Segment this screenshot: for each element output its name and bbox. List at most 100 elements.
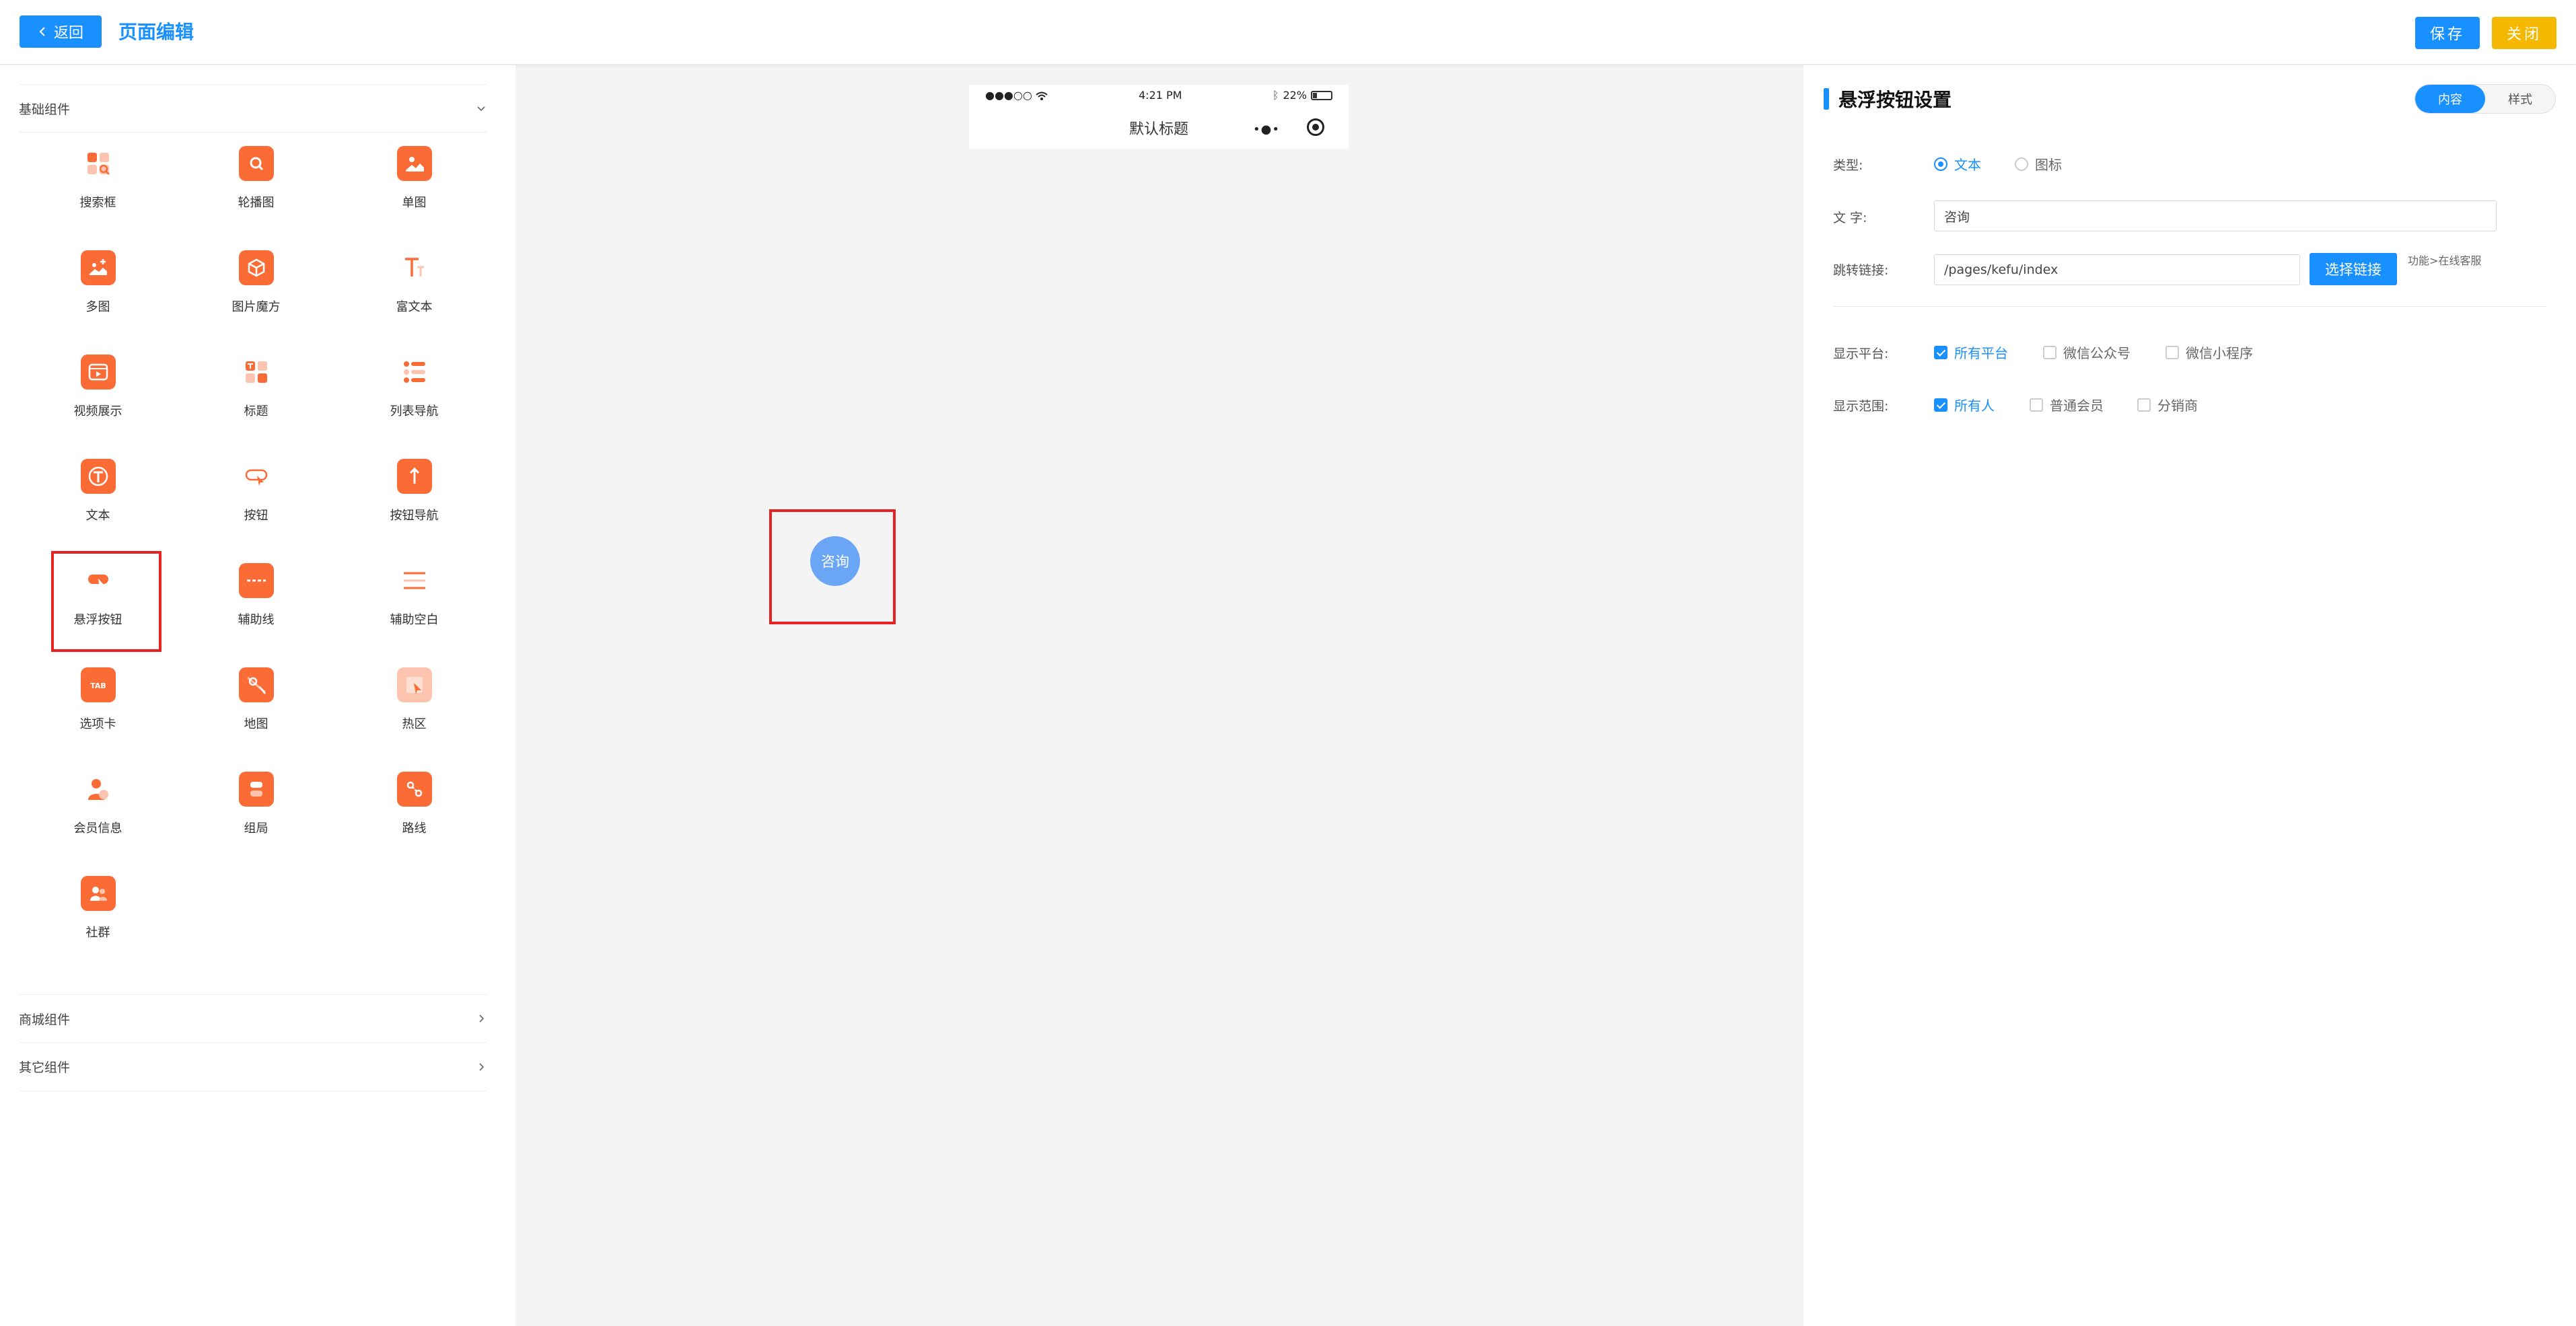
link-input[interactable]: /pages/kefu/index [1934, 254, 2300, 285]
component-text[interactable]: 文本 [19, 451, 177, 555]
capsule-close-icon[interactable] [1307, 118, 1324, 136]
scope-distributor-option[interactable]: 分销商 [2137, 395, 2198, 414]
back-button[interactable]: 返回 [20, 15, 102, 48]
more-dots-icon[interactable]: •●• [1253, 122, 1280, 137]
blank-space-icon [397, 563, 432, 598]
component-title[interactable]: 标题 [177, 346, 335, 451]
button-icon [239, 459, 274, 494]
component-group[interactable]: 组局 [177, 764, 335, 868]
component-carousel[interactable]: 轮播图 [177, 138, 335, 242]
component-hotspot[interactable]: 热区 [335, 659, 493, 764]
settings-title: 悬浮按钮设置 [1838, 89, 1952, 111]
close-button[interactable]: 关闭 [2492, 17, 2556, 49]
component-label: 热区 [402, 717, 427, 731]
checkbox-unchecked[interactable] [2137, 398, 2151, 412]
bluetooth-icon: ᛒ [1272, 89, 1279, 102]
group-icon [238, 772, 274, 807]
group-basic-label: 基础组件 [19, 102, 71, 117]
component-button[interactable]: 按钮 [177, 451, 335, 555]
scope-all-option[interactable]: 所有人 [1934, 395, 1995, 414]
component-guide-line[interactable]: 辅助线 [177, 555, 335, 659]
component-map[interactable]: 地图 [177, 659, 335, 764]
group-basic-header[interactable]: 基础组件 [19, 84, 487, 133]
type-icon-option[interactable]: 图标 [2015, 154, 2062, 174]
member-icon [81, 772, 116, 807]
single-image-icon [396, 146, 432, 181]
text-label: 文 字: [1833, 211, 1867, 225]
top-header: 返回 页面编辑 保存 关闭 [0, 0, 2576, 65]
component-label: 辅助线 [238, 613, 275, 627]
section-divider [1833, 306, 2546, 307]
rich-text-icon [397, 250, 432, 285]
checkbox-unchecked[interactable] [2166, 345, 2179, 359]
component-single-image[interactable]: 单图 [335, 138, 493, 242]
list-nav-icon [397, 355, 432, 390]
checkbox-checked[interactable] [1934, 398, 1947, 412]
tab-content[interactable]: 内容 [2415, 85, 2485, 113]
component-route[interactable]: 路线 [335, 764, 493, 868]
component-label: 组局 [244, 821, 269, 836]
tab-icon: TAB [80, 667, 116, 702]
image-cube-icon [238, 250, 274, 285]
component-label: 悬浮按钮 [73, 613, 122, 627]
button-nav-icon [396, 459, 432, 494]
component-panel: 基础组件 搜索框 轮播图 单图 多图 图片魔方 富文本 视频展示 标题 列表导航… [0, 65, 515, 1326]
battery-status: ᛒ 22% [1273, 89, 1332, 102]
float-button-icon [81, 563, 116, 598]
title-accent-bar [1824, 88, 1829, 110]
component-blank-space[interactable]: 辅助空白 [335, 555, 493, 659]
component-rich-text[interactable]: 富文本 [335, 242, 493, 346]
component-multi-image[interactable]: 多图 [19, 242, 177, 346]
guide-line-icon [238, 563, 274, 598]
platform-wechat-mp-option[interactable]: 微信公众号 [2043, 342, 2131, 362]
component-tab[interactable]: TAB 选项卡 [19, 659, 177, 764]
component-image-cube[interactable]: 图片魔方 [177, 242, 335, 346]
component-community[interactable]: 社群 [19, 868, 177, 972]
component-button-nav[interactable]: 按钮导航 [335, 451, 493, 555]
component-video[interactable]: 视频展示 [19, 346, 177, 451]
type-text-label: 文本 [1954, 157, 1981, 173]
platform-wechat-mini-option[interactable]: 微信小程序 [2166, 342, 2253, 362]
multi-image-icon [80, 250, 116, 285]
platform-all-option[interactable]: 所有平台 [1934, 342, 2008, 362]
component-label: 路线 [402, 821, 427, 836]
radio-checked[interactable] [1934, 157, 1947, 171]
battery-percent: 22% [1283, 89, 1307, 102]
float-button-preview[interactable]: 咨询 [810, 536, 860, 586]
component-list-nav[interactable]: 列表导航 [335, 346, 493, 451]
basic-component-grid: 搜索框 轮播图 单图 多图 图片魔方 富文本 视频展示 标题 列表导航 文本 按… [19, 138, 493, 972]
save-button[interactable]: 保存 [2415, 17, 2480, 49]
radio-unchecked[interactable] [2015, 157, 2028, 171]
group-shop-header[interactable]: 商城组件 [19, 994, 487, 1043]
checkbox-unchecked[interactable] [2043, 345, 2056, 359]
platform-wechat-mp-label: 微信公众号 [2063, 345, 2131, 361]
component-member[interactable]: 会员信息 [19, 764, 177, 868]
component-search-box[interactable]: 搜索框 [19, 138, 177, 242]
hotspot-icon [396, 667, 432, 702]
checkbox-unchecked[interactable] [2030, 398, 2043, 412]
signal-dots: ●●●○○ [985, 89, 1032, 102]
component-label: 多图 [85, 300, 110, 314]
battery-icon [1311, 90, 1332, 100]
component-label: 视频展示 [73, 404, 122, 418]
component-float-button[interactable]: 悬浮按钮 [19, 551, 177, 659]
component-label: 社群 [85, 926, 110, 940]
select-link-button[interactable]: 选择链接 [2310, 253, 2397, 285]
component-label: 地图 [244, 717, 269, 731]
text-input[interactable]: 咨询 [1934, 200, 2497, 231]
group-other-header[interactable]: 其它组件 [19, 1043, 487, 1091]
scope-member-option[interactable]: 普通会员 [2030, 395, 2104, 414]
status-time: 4:21 PM [1139, 89, 1182, 102]
checkbox-checked[interactable] [1934, 345, 1947, 359]
component-label: 标题 [244, 404, 269, 418]
component-label: 富文本 [396, 300, 433, 314]
link-hint: 功能>在线客服 [2408, 254, 2482, 267]
link-label: 跳转链接: [1833, 263, 1889, 278]
platform-all-label: 所有平台 [1954, 345, 2008, 361]
page-title: 页面编辑 [118, 21, 194, 43]
wifi-icon [1036, 91, 1048, 100]
route-icon [396, 772, 432, 807]
group-other-label: 其它组件 [19, 1060, 71, 1075]
type-text-option[interactable]: 文本 [1934, 154, 1981, 174]
tab-style[interactable]: 样式 [2485, 85, 2555, 113]
